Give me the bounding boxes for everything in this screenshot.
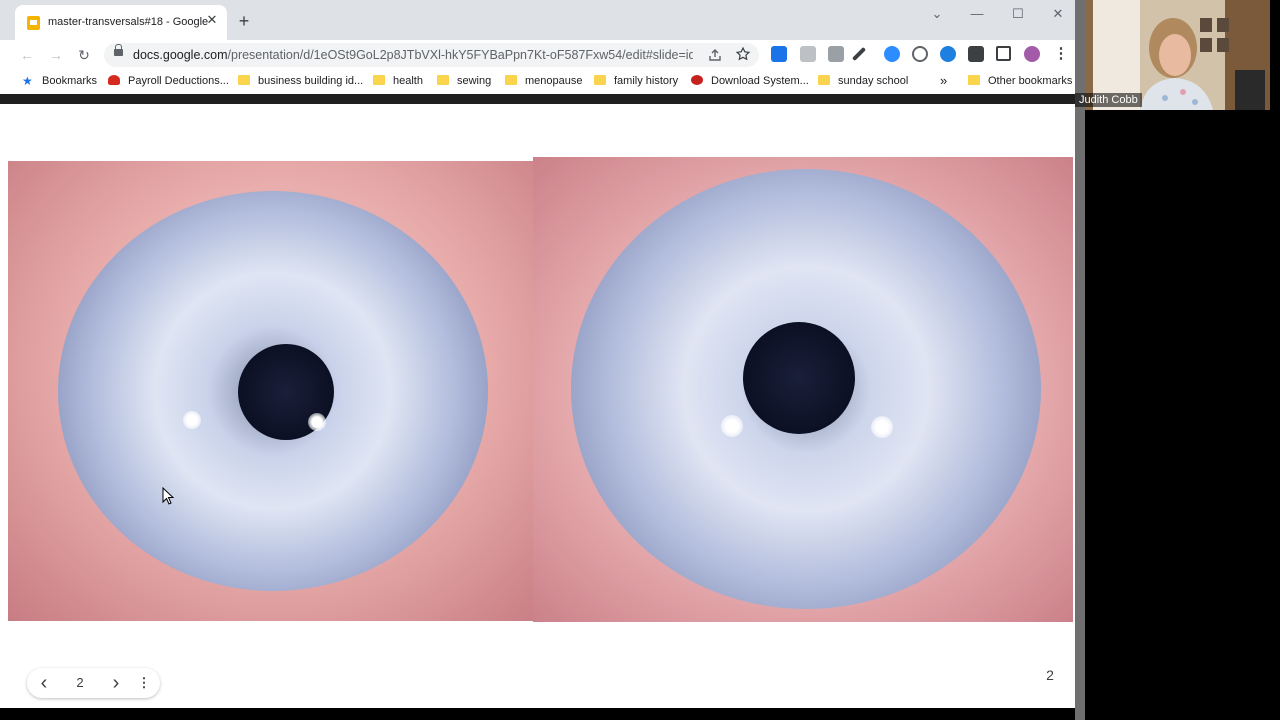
bookmark-item[interactable]: menopause [505, 75, 583, 89]
new-tab-button[interactable]: + [233, 10, 255, 32]
folder-icon [968, 75, 980, 85]
slides-editor-edge [0, 94, 1075, 104]
profile-avatar[interactable] [1024, 46, 1040, 62]
right-pupil [743, 322, 855, 434]
bookmark-item[interactable]: ★ Bookmarks [22, 75, 97, 89]
folder-icon [594, 75, 606, 85]
tab-title: master-transversals#18 - Google Slides [48, 16, 208, 28]
bookmark-item[interactable]: business building id... [238, 75, 363, 89]
right-glint-1 [721, 415, 743, 437]
zoom-icon[interactable] [884, 46, 900, 62]
extension-gray-icon[interactable] [800, 46, 816, 62]
bookmark-label: Bookmarks [42, 75, 98, 87]
address-bar[interactable]: docs.google.com/presentation/d/1eOSt9GoL… [104, 43, 759, 67]
right-eye-image [533, 157, 1073, 622]
bookmarks-overflow-button[interactable]: » [940, 73, 947, 88]
bookmark-label: health [393, 75, 423, 87]
bookmark-star-icon[interactable] [736, 47, 750, 61]
lock-icon [114, 44, 123, 56]
tab-search-icon[interactable]: ⌄ [922, 4, 952, 24]
bookmark-item[interactable]: Download System... [691, 75, 809, 89]
google-slides-icon [27, 16, 40, 30]
url-host: docs.google.com [133, 48, 228, 62]
bookmark-label: Download System... [711, 75, 809, 87]
right-glint-2 [871, 416, 893, 438]
folder-icon [505, 75, 517, 85]
puzzle-icon[interactable] [968, 46, 984, 62]
bookmark-label: menopause [525, 75, 583, 87]
folder-icon [818, 75, 830, 85]
more-menu-icon[interactable]: ⋮ [1053, 46, 1069, 62]
other-bookmarks-label: Other bookmarks [988, 75, 1073, 87]
left-glint-2 [308, 413, 326, 431]
eyedropper-icon[interactable] [851, 46, 867, 62]
sidepanel-icon[interactable] [996, 46, 1011, 61]
star-icon: ★ [22, 74, 33, 88]
tab-slides[interactable]: master-transversals#18 - Google Slides ✕ [15, 5, 227, 40]
close-tab-icon[interactable]: ✕ [204, 12, 220, 28]
bookmark-item[interactable]: family history [594, 75, 678, 89]
url-text: docs.google.com/presentation/d/1eOSt9GoL… [133, 48, 693, 62]
previous-slide-button[interactable]: ‹ [35, 673, 53, 693]
mouse-cursor-icon [162, 487, 175, 505]
bookmark-label: sewing [457, 75, 492, 87]
left-glint-1 [183, 411, 201, 429]
power-icon [691, 75, 703, 85]
bookmark-item[interactable]: Payroll Deductions... [108, 75, 229, 89]
bookmark-label: Payroll Deductions... [128, 75, 229, 87]
left-eye-image [8, 161, 548, 621]
participant-name-label: Judith Cobb [1075, 93, 1142, 107]
other-bookmarks[interactable]: Other bookmarks [968, 75, 1072, 89]
extension-blue-icon[interactable] [771, 46, 787, 62]
reload-button[interactable]: ↻ [73, 44, 95, 66]
grammarly-icon[interactable] [940, 46, 956, 62]
folder-icon [238, 75, 250, 85]
current-slide-number[interactable]: 2 [71, 675, 89, 691]
browser-toolbar: ← → ↻ docs.google.com/presentation/d/1eO… [0, 40, 1075, 70]
panel-divider [1075, 0, 1085, 720]
crosshair-icon[interactable] [912, 46, 928, 62]
bookmark-item[interactable]: sewing [437, 75, 491, 89]
url-path: /presentation/d/1eOSt9GoL2p8JTbVXl-hkY5F… [227, 48, 693, 62]
close-window-button[interactable]: ✕ [1043, 4, 1073, 24]
more-options-icon[interactable]: ⋮ [135, 675, 153, 691]
extension-code-icon[interactable] [828, 46, 844, 62]
tab-strip: master-transversals#18 - Google Slides ✕… [0, 0, 1075, 40]
browser-window: master-transversals#18 - Google Slides ✕… [0, 0, 1075, 708]
share-icon[interactable] [708, 48, 722, 62]
next-slide-button[interactable]: › [107, 673, 125, 693]
slide-navigation: ‹ 2 › ⋮ [27, 668, 160, 698]
bookmark-item[interactable]: sunday school [818, 75, 908, 89]
maximize-button[interactable]: ☐ [1003, 4, 1033, 24]
minimize-button[interactable]: — [962, 4, 992, 24]
slide-page-number: 2 [1046, 667, 1054, 683]
maple-leaf-icon [108, 75, 120, 85]
bookmark-label: family history [614, 75, 679, 87]
forward-button[interactable]: → [45, 44, 67, 66]
bookmark-label: business building id... [258, 75, 364, 87]
folder-icon [373, 75, 385, 85]
bookmark-label: sunday school [838, 75, 909, 87]
bookmark-item[interactable]: health [373, 75, 423, 89]
bookmarks-bar: ★ Bookmarks Payroll Deductions... business … [0, 70, 1075, 94]
folder-icon [437, 75, 449, 85]
presentation-slide [8, 104, 1075, 708]
back-button[interactable]: ← [16, 44, 38, 66]
